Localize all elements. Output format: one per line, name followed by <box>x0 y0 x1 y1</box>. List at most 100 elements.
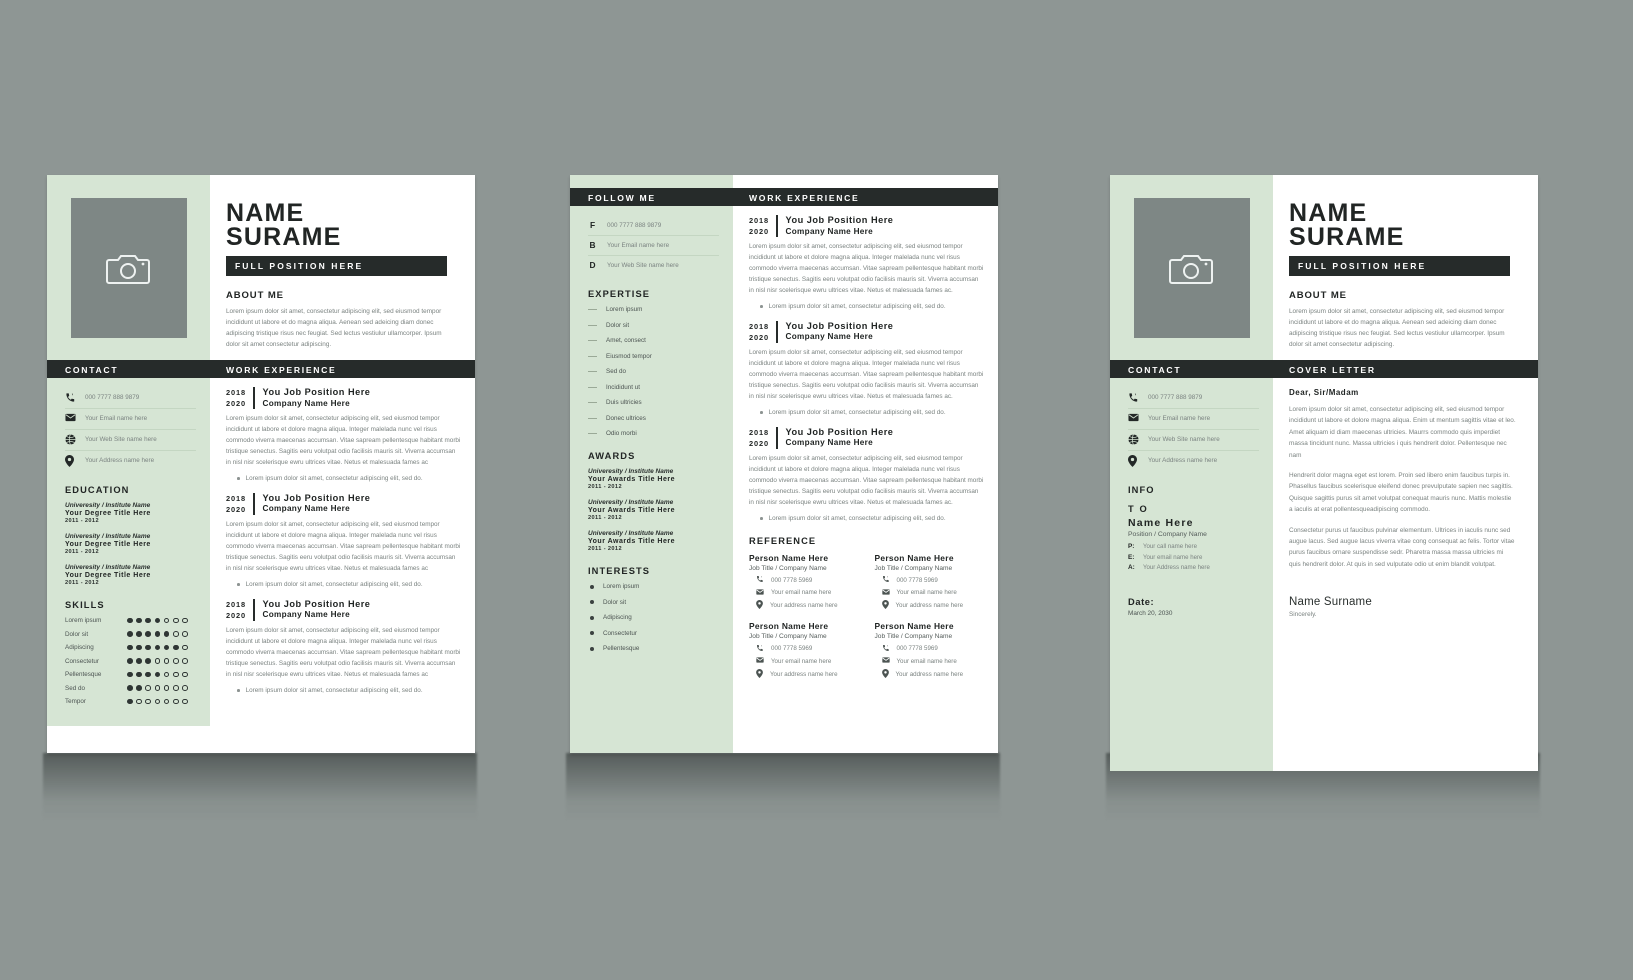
follow-row[interactable]: B Your Email name here <box>588 236 719 256</box>
skill-dot <box>136 685 142 691</box>
about-heading: ABOUT ME <box>1289 290 1347 301</box>
expertise-item: Duis ultricies <box>588 399 719 406</box>
contact-row[interactable]: Your Address name here <box>65 451 196 471</box>
follow-row[interactable]: D Your Web Site name here <box>588 256 719 275</box>
photo-placeholder[interactable] <box>70 197 187 338</box>
info-key: E: <box>1128 553 1135 561</box>
expertise-item: Eiusmod tempor <box>588 353 719 360</box>
job-description: Lorem ipsum dolor sit amet, consectetur … <box>749 243 984 294</box>
cover-letter-paragraph: Consectetur purus ut faucibus pulvinar e… <box>1289 526 1515 568</box>
reference-item: Person Name Here Job Title / Company Nam… <box>875 621 985 680</box>
skill-dot <box>154 617 161 624</box>
reference-phone-value: 000 7778 5969 <box>771 576 813 584</box>
reference-email: Your email name here <box>749 589 859 597</box>
skill-row: Sed do <box>65 685 196 692</box>
skill-dot <box>145 617 151 624</box>
work-experience-list: 2018 2020 You Job Position Here Company N… <box>210 378 475 715</box>
bar-work-label: WORK EXPERIENCE <box>749 193 860 203</box>
job-bullet: Lorem ipsum dolor sit amet, consectetur … <box>226 474 461 484</box>
skill-dot <box>163 658 170 664</box>
bullet-icon <box>590 615 594 620</box>
reference-email-value: Your email name here <box>771 589 832 597</box>
page-1-shadow <box>43 753 477 821</box>
photo-placeholder[interactable] <box>1133 197 1250 338</box>
name-line-1: NAME <box>1289 199 1368 227</box>
education-degree: Your Degree Title Here <box>65 541 151 548</box>
skill-dot <box>154 698 161 705</box>
contact-row[interactable]: Your Web Site name here <box>1128 430 1259 451</box>
skill-rating <box>127 658 188 664</box>
job-entry: 2018 2020 You Job Position Here Company N… <box>226 387 461 484</box>
bar-contact: CONTACT <box>1110 360 1273 378</box>
page-1-sidebar: 000 7777 888 9879 Your Email name here Y… <box>47 378 210 726</box>
location-pin-icon <box>65 455 76 467</box>
job-company: Company Name Here <box>785 226 874 236</box>
page-3-section-bars: CONTACT COVER LETTER <box>1110 360 1538 378</box>
expertise-label: Dolor sit <box>606 321 630 329</box>
contact-row[interactable]: Your Web Site name here <box>65 430 196 451</box>
info-value: Your email name here <box>1143 553 1203 561</box>
expertise-list: Lorem ipsum Dolor sit Amet, consect Eius… <box>588 306 719 437</box>
reference-item: Person Name Here Job Title / Company Nam… <box>875 553 985 612</box>
bar-contact-label: CONTACT <box>1128 365 1182 375</box>
reference-phone-value: 000 7778 5969 <box>896 645 938 653</box>
reference-address: Your address name here <box>875 668 985 680</box>
skill-name: Pellentesque <box>65 671 102 678</box>
job-entry: 2018 2020 You Job Position Here Company N… <box>226 598 461 696</box>
skills-list: Lorem ipsum Dolor sit Adipiscing Consect… <box>65 617 196 705</box>
page-title: NAME SURAME <box>226 201 447 250</box>
reference-email: Your email name here <box>875 589 985 597</box>
skill-name: Tempor <box>65 698 86 705</box>
page-3-header: NAME SURAME FULL POSITION HERE ABOUT ME … <box>1273 175 1538 360</box>
contact-row[interactable]: Your Email name here <box>1128 409 1259 430</box>
follow-value: 000 7777 888 9879 <box>607 221 662 229</box>
contact-row[interactable]: 000 7777 888 9879 <box>1128 388 1259 409</box>
interest-label: Adipiscing <box>603 614 632 621</box>
info-key: P: <box>1128 543 1135 550</box>
location-pin-icon <box>756 600 763 611</box>
expertise-label: Odio morbi <box>606 430 637 437</box>
contact-row[interactable]: Your Email name here <box>65 409 196 430</box>
info-value: Your Address name here <box>1143 564 1210 571</box>
bar-cover-letter: COVER LETTER <box>1273 360 1538 378</box>
reference-phone: 000 7778 5969 <box>875 575 985 585</box>
job-entry: 2018 2020 You Job Position Here Company N… <box>749 215 984 312</box>
skill-dot <box>182 631 188 637</box>
skill-dot <box>136 658 142 664</box>
social-letter-icon: F <box>589 220 596 230</box>
expertise-heading: EXPERTISE <box>588 289 651 299</box>
page-2-sidebar-top <box>570 175 733 188</box>
reference-name: Person Name Here <box>874 621 954 632</box>
skill-dot <box>145 671 151 678</box>
skill-name: Consectetur <box>65 657 99 665</box>
about-heading: ABOUT ME <box>226 290 284 301</box>
skill-dot <box>136 631 142 637</box>
skill-dot <box>127 671 133 678</box>
job-header: 2018 2020 You Job Position Here Company N… <box>749 426 984 449</box>
reference-address-value: Your address name here <box>770 670 838 678</box>
awards-heading: AWARDS <box>588 451 636 461</box>
bar-work-experience: WORK EXPERIENCE <box>210 360 475 378</box>
reference-name: Person Name Here <box>874 552 954 563</box>
dash-icon <box>588 309 597 310</box>
contact-row[interactable]: 000 7777 888 9879 <box>65 388 196 409</box>
camera-icon <box>1168 254 1213 284</box>
bullet-dot <box>237 583 240 586</box>
bar-cover-label: COVER LETTER <box>1289 365 1376 375</box>
skill-dot <box>145 644 151 651</box>
contact-value: Your Address name here <box>85 457 155 464</box>
position-bar: FULL POSITION HERE <box>1289 256 1510 276</box>
reference-job: Job Title / Company Name <box>874 633 953 641</box>
reference-phone: 000 7778 5969 <box>749 644 859 654</box>
job-company: Company Name Here <box>262 398 351 408</box>
contact-row[interactable]: Your Address name here <box>1128 451 1259 471</box>
bar-follow-label: FOLLOW ME <box>588 193 656 203</box>
job-bullet-text: Lorem ipsum dolor sit amet, consectetur … <box>245 580 423 588</box>
skill-dot <box>127 658 133 664</box>
skill-dot <box>163 617 170 624</box>
follow-row[interactable]: F 000 7777 888 9879 <box>588 216 719 236</box>
job-company: Company Name Here <box>785 438 874 448</box>
expertise-item: Incididunt ut <box>588 384 719 391</box>
award-university: Univeresity / Institute Name <box>588 499 674 506</box>
expertise-label: Duis ultricies <box>606 399 642 406</box>
